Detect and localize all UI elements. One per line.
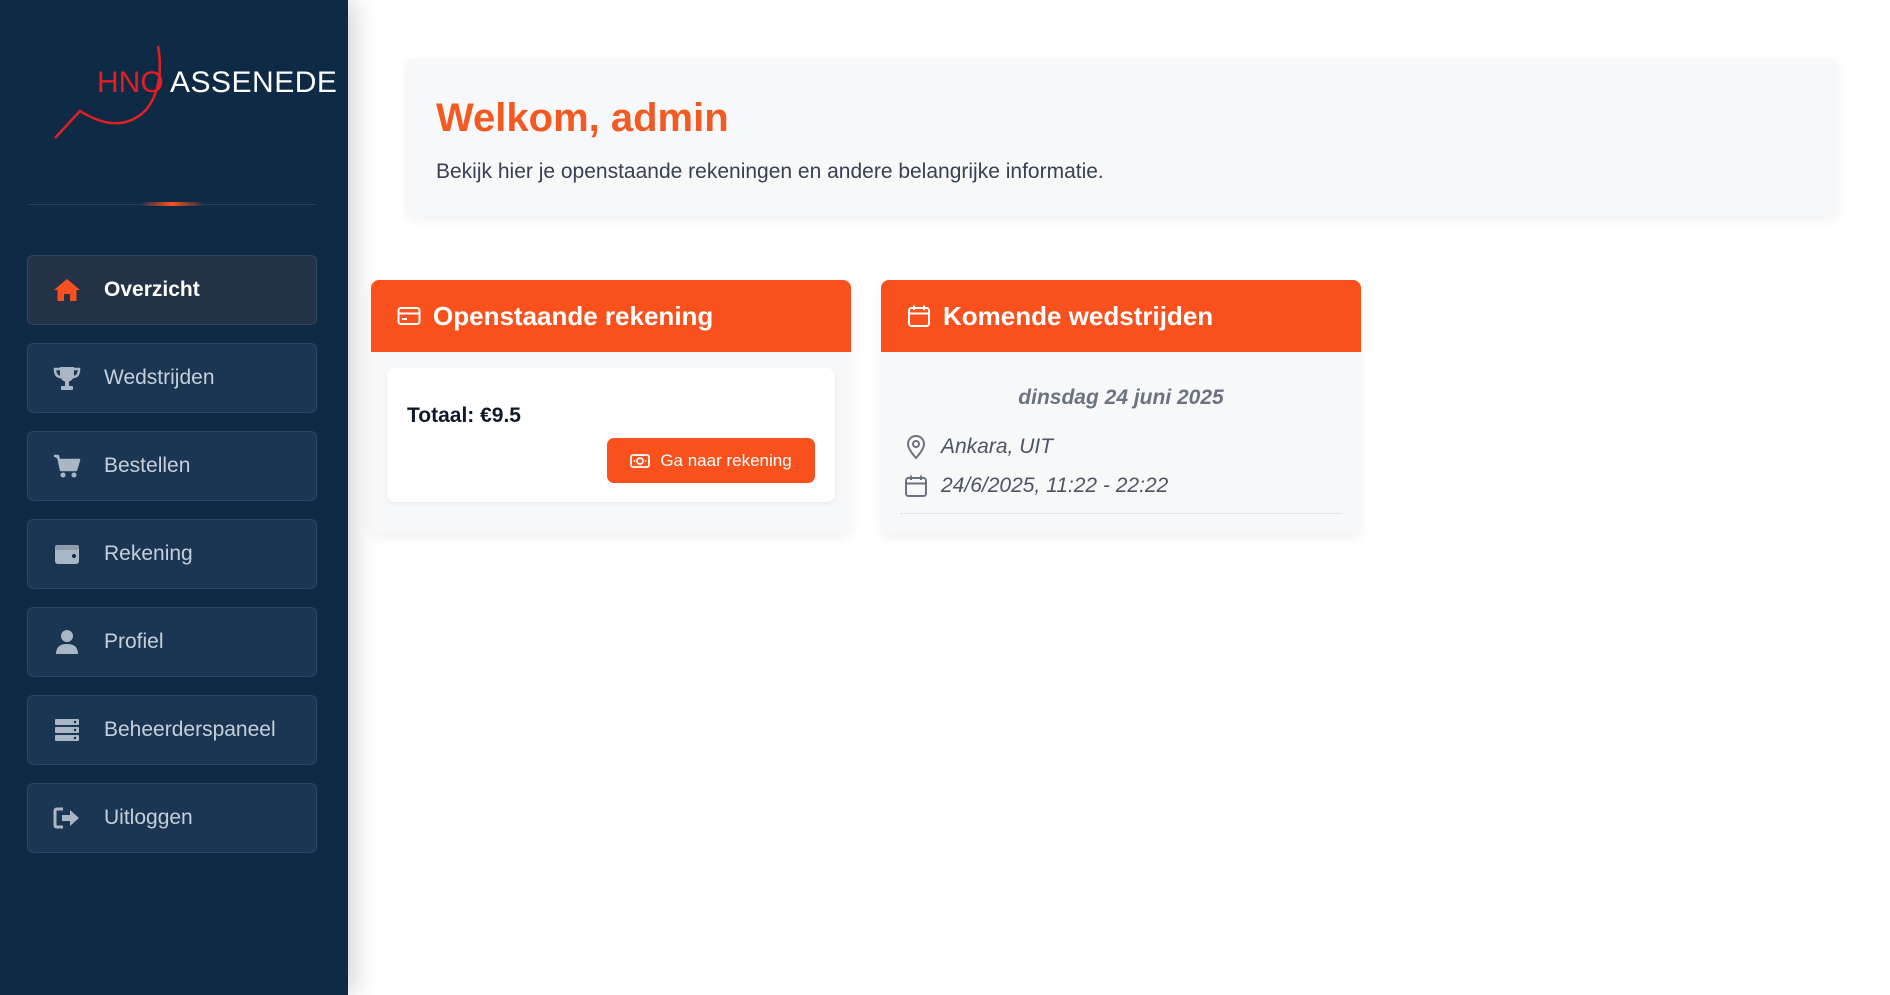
match-location: Ankara, UIT (941, 435, 1054, 458)
sidebar-item-label: Rekening (104, 542, 193, 565)
sidebar-item-label: Overzicht (104, 278, 200, 301)
page-subtitle: Bekijk hier je openstaande rekeningen en… (436, 160, 1104, 183)
match-location-row: Ankara, UIT (903, 434, 1053, 460)
logo-name: ASSENEDE (170, 66, 338, 99)
sidebar-item-beheerderspaneel[interactable]: Beheerderspaneel (27, 695, 317, 765)
invoice-card: Openstaande rekening Totaal: €9.5 Ga naa… (371, 280, 851, 534)
trophy-icon (52, 363, 82, 393)
user-icon (52, 627, 82, 657)
matches-card-title: Komende wedstrijden (943, 300, 1214, 331)
sidebar-divider-accent (140, 202, 204, 206)
sidebar-item-uitloggen[interactable]: Uitloggen (27, 783, 317, 853)
go-to-invoice-button[interactable]: Ga naar rekening (607, 438, 815, 483)
sidebar-nav: Overzicht Wedstrijden Bestellen Rekening… (27, 255, 317, 871)
invoice-summary: Totaal: €9.5 Ga naar rekening (387, 368, 835, 502)
money-icon (630, 453, 651, 469)
match-date-heading: dinsdag 24 juni 2025 (1018, 386, 1224, 409)
sidebar: HNO ASSENEDE Overzicht Wedstrijden Beste… (0, 0, 348, 995)
sidebar-item-label: Profiel (104, 630, 164, 653)
welcome-panel: Welkom, admin Bekijk hier je openstaande… (406, 58, 1838, 216)
sidebar-item-wedstrijden[interactable]: Wedstrijden (27, 343, 317, 413)
match-datetime: 24/6/2025, 11:22 - 22:22 (941, 474, 1169, 497)
credit-card-icon (397, 303, 423, 329)
sidebar-item-label: Beheerderspaneel (104, 718, 276, 741)
invoice-total: Totaal: €9.5 (407, 404, 521, 427)
server-icon (52, 715, 82, 745)
page-title: Welkom, admin (436, 96, 729, 140)
calendar-icon (903, 474, 929, 498)
sidebar-item-bestellen[interactable]: Bestellen (27, 431, 317, 501)
wallet-icon (52, 539, 82, 569)
match-separator (901, 513, 1341, 514)
home-icon (52, 275, 82, 305)
matches-card-header: Komende wedstrijden (881, 280, 1361, 352)
sidebar-item-label: Wedstrijden (104, 366, 215, 389)
sidebar-item-profiel[interactable]: Profiel (27, 607, 317, 677)
invoice-card-title: Openstaande rekening (433, 300, 714, 331)
cart-icon (52, 451, 82, 481)
brand-logo[interactable]: HNO ASSENEDE (50, 38, 337, 148)
match-datetime-row: 24/6/2025, 11:22 - 22:22 (903, 474, 1168, 498)
sidebar-item-label: Bestellen (104, 454, 191, 477)
map-pin-icon (903, 434, 929, 460)
matches-card: Komende wedstrijden dinsdag 24 juni 2025… (881, 280, 1361, 534)
sidebar-item-label: Uitloggen (104, 806, 193, 829)
go-to-invoice-label: Ga naar rekening (660, 450, 792, 470)
logout-icon (52, 803, 82, 833)
sidebar-item-overzicht[interactable]: Overzicht (27, 255, 317, 325)
calendar-icon (907, 303, 933, 329)
sidebar-item-rekening[interactable]: Rekening (27, 519, 317, 589)
logo-prefix: HNO (97, 66, 164, 99)
invoice-card-header: Openstaande rekening (371, 280, 851, 352)
